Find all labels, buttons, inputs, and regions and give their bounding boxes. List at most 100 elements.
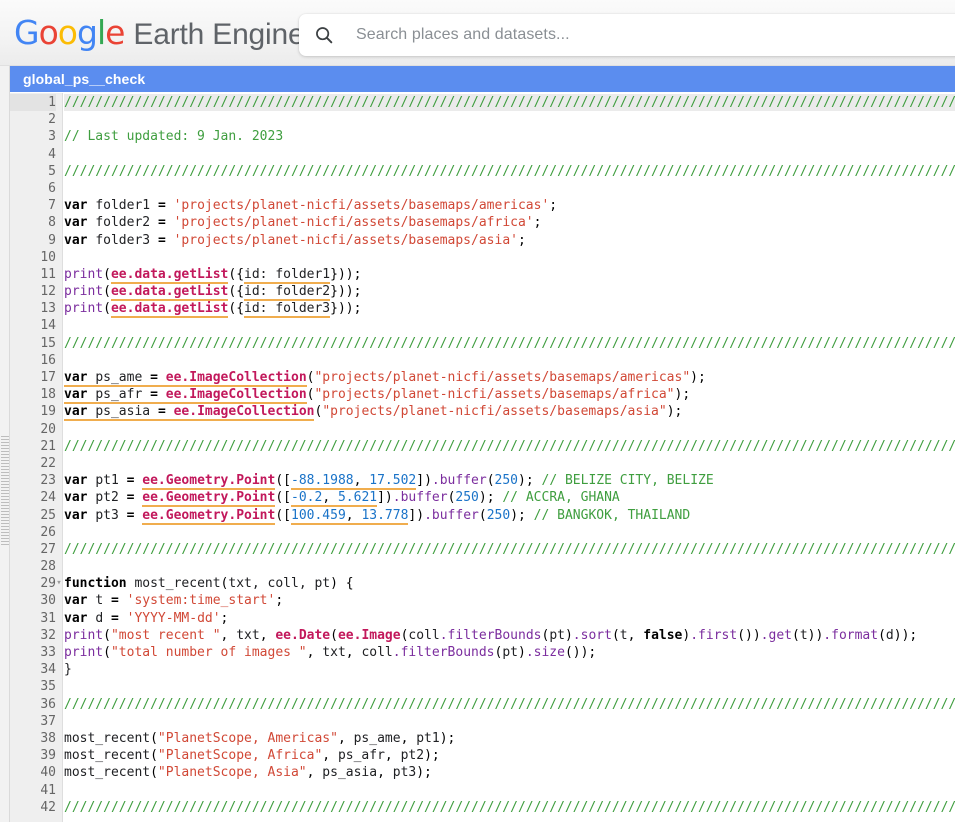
code-line-text[interactable]: var ps_afr = ee.ImageCollection("project… — [64, 386, 955, 405]
code-line[interactable]: 35 — [10, 678, 955, 695]
code-line[interactable]: 16 — [10, 352, 955, 369]
code-line[interactable]: 27 //////////////////////////////////////… — [10, 541, 955, 558]
code-line[interactable]: 2 — [10, 111, 955, 128]
code-line[interactable]: 29 ▾ function most_recent(txt, coll, pt) { — [10, 575, 955, 592]
code-line[interactable]: 17 var ps_ame = ee.ImageCollection("proje… — [10, 369, 955, 387]
code-line-text[interactable]: var pt3 = ee.Geometry.Point([100.459, 13… — [64, 507, 955, 525]
panel-splitter[interactable] — [0, 66, 10, 822]
code-line-text[interactable] — [64, 524, 955, 541]
code-line-text[interactable]: var ps_ame = ee.ImageCollection("project… — [64, 369, 955, 387]
code-line[interactable]: 21 //////////////////////////////////////… — [10, 438, 955, 455]
code-line-text[interactable] — [64, 317, 955, 334]
code-line[interactable]: 7 var folder1 = 'projects/planet-nicfi/as… — [10, 197, 955, 214]
code-line[interactable]: 9 var folder3 = 'projects/planet-nicfi/as… — [10, 232, 955, 249]
code-line[interactable]: 42 //////////////////////////////////////… — [10, 799, 955, 816]
tab-script-title[interactable]: global_ps__check — [10, 71, 145, 87]
code-line-text[interactable] — [64, 421, 955, 438]
splitter-grip-handle[interactable] — [1, 436, 9, 546]
line-number: 38 — [40, 730, 56, 746]
code-line-text[interactable]: var pt2 = ee.Geometry.Point([-0.2, 5.621… — [64, 489, 955, 508]
code-line-text[interactable]: // Last updated: 9 Jan. 2023 — [64, 128, 955, 145]
code-line[interactable]: 37 — [10, 713, 955, 730]
code-line-text[interactable]: var ps_asia = ee.ImageCollection("projec… — [64, 403, 955, 422]
code-line[interactable]: 4 — [10, 146, 955, 163]
code-line[interactable]: 23 var pt1 = ee.Geometry.Point([-88.1988,… — [10, 472, 955, 491]
code-line-text[interactable]: most_recent("PlanetScope, Africa", ps_af… — [64, 747, 955, 764]
code-line-text[interactable] — [64, 782, 955, 799]
code-line-text[interactable]: ////////////////////////////////////////… — [64, 438, 955, 455]
code-line[interactable]: 33 print("total number of images ", txt, … — [10, 644, 955, 661]
code-line[interactable]: 41 — [10, 782, 955, 799]
code-line[interactable]: 11 print(ee.data.getList({id: folder1})); — [10, 266, 955, 284]
code-line[interactable]: 14 — [10, 317, 955, 334]
code-line-text[interactable]: ////////////////////////////////////////… — [64, 335, 955, 352]
code-line[interactable]: 40 most_recent("PlanetScope, Asia", ps_as… — [10, 764, 955, 781]
code-line-text[interactable]: var t = 'system:time_start'; — [64, 592, 955, 609]
code-line[interactable]: 12 print(ee.data.getList({id: folder2})); — [10, 283, 955, 302]
code-line-text[interactable]: } — [64, 661, 955, 678]
code-line-text[interactable] — [64, 111, 955, 128]
line-number: 18 — [40, 387, 56, 403]
code-line-text[interactable]: ////////////////////////////////////////… — [64, 799, 955, 816]
code-line[interactable]: 13 print(ee.data.getList({id: folder3})); — [10, 300, 955, 319]
code-line-text[interactable] — [64, 352, 955, 369]
code-line[interactable]: 3 // Last updated: 9 Jan. 2023 — [10, 128, 955, 145]
code-line-text[interactable]: var folder3 = 'projects/planet-nicfi/ass… — [64, 232, 955, 249]
code-line-text[interactable] — [64, 146, 955, 163]
line-number: 5 — [48, 163, 56, 179]
search-input-placeholder[interactable]: Search places and datasets... — [356, 26, 570, 44]
code-line[interactable]: 19 var ps_asia = ee.ImageCollection("proj… — [10, 403, 955, 422]
code-line-text[interactable] — [64, 558, 955, 575]
fold-toggle-icon[interactable]: ▾ — [54, 575, 64, 592]
code-line-text[interactable] — [64, 249, 955, 266]
code-line-text[interactable]: print("total number of images ", txt, co… — [64, 644, 955, 661]
code-line[interactable]: 30 var t = 'system:time_start'; — [10, 592, 955, 609]
code-line[interactable]: 1 ///////////////////////////////////////… — [10, 94, 955, 112]
code-line-text[interactable]: most_recent("PlanetScope, Americas", ps_… — [64, 730, 955, 747]
line-number: 15 — [40, 335, 56, 351]
code-line[interactable]: 34} — [10, 661, 955, 678]
line-number: 33 — [40, 645, 56, 660]
code-line[interactable]: 31 var d = 'YYYY-MM-dd'; — [10, 610, 955, 627]
code-line[interactable]: 18 var ps_afr = ee.ImageCollection("proje… — [10, 386, 955, 405]
line-number: 25 — [40, 507, 56, 523]
line-number: 35 — [40, 679, 56, 695]
code-line[interactable]: 24 var pt2 = ee.Geometry.Point([-0.2, 5.6… — [10, 489, 955, 508]
code-line-text[interactable]: ////////////////////////////////////////… — [64, 163, 955, 180]
code-line[interactable]: 5 ///////////////////////////////////////… — [10, 163, 955, 180]
code-line-text[interactable]: print("most recent ", txt, ee.Date(ee.Im… — [64, 627, 955, 644]
code-line[interactable]: 20 — [10, 421, 955, 438]
line-number: 24 — [40, 490, 56, 506]
code-line-text[interactable]: print(ee.data.getList({id: folder2})); — [64, 283, 955, 302]
code-line[interactable]: 8 var folder2 = 'projects/planet-nicfi/as… — [10, 214, 955, 231]
code-line-text[interactable]: var d = 'YYYY-MM-dd'; — [64, 610, 955, 627]
code-line-text[interactable]: var folder2 = 'projects/planet-nicfi/ass… — [64, 214, 955, 231]
code-line[interactable]: 38 most_recent("PlanetScope, Americas", p… — [10, 730, 955, 747]
code-line-text[interactable] — [64, 180, 955, 197]
code-line-text[interactable]: var folder1 = 'projects/planet-nicfi/ass… — [64, 197, 955, 214]
code-line-text[interactable] — [64, 678, 955, 695]
code-line-text[interactable]: print(ee.data.getList({id: folder1})); — [64, 266, 955, 284]
code-line-text[interactable] — [64, 713, 955, 730]
code-line-text[interactable]: most_recent("PlanetScope, Asia", ps_asia… — [64, 764, 955, 781]
code-line[interactable]: 25 var pt3 = ee.Geometry.Point([100.459, … — [10, 507, 955, 525]
code-line[interactable]: 10 — [10, 249, 955, 266]
code-line[interactable]: 32 print("most recent ", txt, ee.Date(ee.… — [10, 627, 955, 644]
code-line-text[interactable]: ////////////////////////////////////////… — [64, 94, 955, 112]
code-lines[interactable]: 1 ///////////////////////////////////////… — [10, 93, 955, 816]
code-scroll-area[interactable]: 1 ///////////////////////////////////////… — [10, 92, 955, 822]
code-line[interactable]: 26 — [10, 524, 955, 541]
code-line[interactable]: 36 //////////////////////////////////////… — [10, 696, 955, 713]
code-line-text[interactable]: print(ee.data.getList({id: folder3})); — [64, 300, 955, 319]
code-line[interactable]: 15 //////////////////////////////////////… — [10, 335, 955, 352]
search-bar[interactable]: Search places and datasets... — [299, 14, 955, 56]
code-line-text[interactable]: ////////////////////////////////////////… — [64, 541, 955, 558]
code-line[interactable]: 28 — [10, 558, 955, 575]
code-line-text[interactable] — [64, 455, 955, 472]
code-line-text[interactable]: var pt1 = ee.Geometry.Point([-88.1988, 1… — [64, 472, 955, 491]
code-line[interactable]: 6 — [10, 180, 955, 197]
code-line-text[interactable]: function most_recent(txt, coll, pt) { — [64, 575, 955, 592]
code-line[interactable]: 22 — [10, 455, 955, 472]
code-line-text[interactable]: ////////////////////////////////////////… — [64, 696, 955, 713]
code-line[interactable]: 39 most_recent("PlanetScope, Africa", ps_… — [10, 747, 955, 764]
